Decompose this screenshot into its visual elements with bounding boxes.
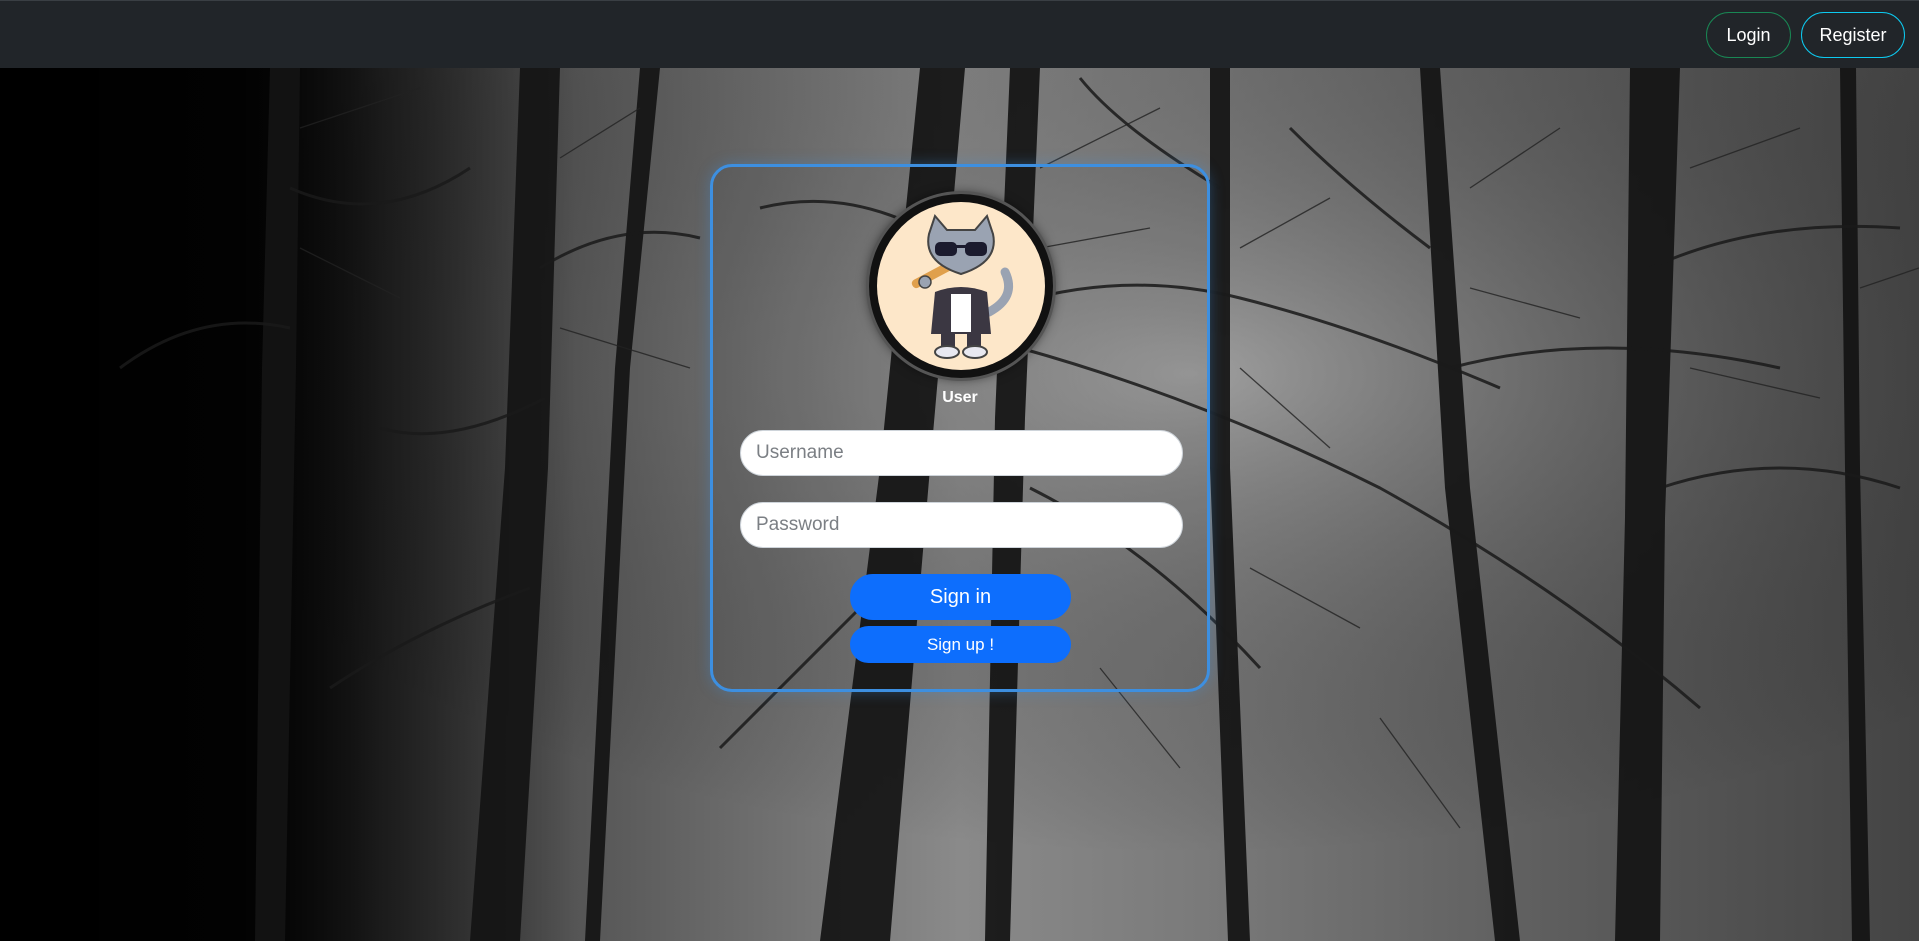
avatar — [869, 194, 1053, 378]
cat-avatar-icon — [877, 202, 1045, 370]
sign-in-button[interactable]: Sign in — [850, 574, 1071, 620]
page: Login Register User Username Sign in Sig… — [0, 0, 1919, 944]
username-input[interactable] — [740, 430, 1183, 476]
login-card: User Sign in Sign up ! — [710, 164, 1210, 692]
navbar: Login Register — [0, 0, 1919, 68]
avatar-label: User — [942, 389, 978, 406]
login-button[interactable]: Login — [1706, 12, 1791, 58]
sign-up-button[interactable]: Sign up ! — [850, 626, 1071, 663]
password-input[interactable] — [740, 502, 1183, 548]
register-button[interactable]: Register — [1801, 12, 1905, 58]
